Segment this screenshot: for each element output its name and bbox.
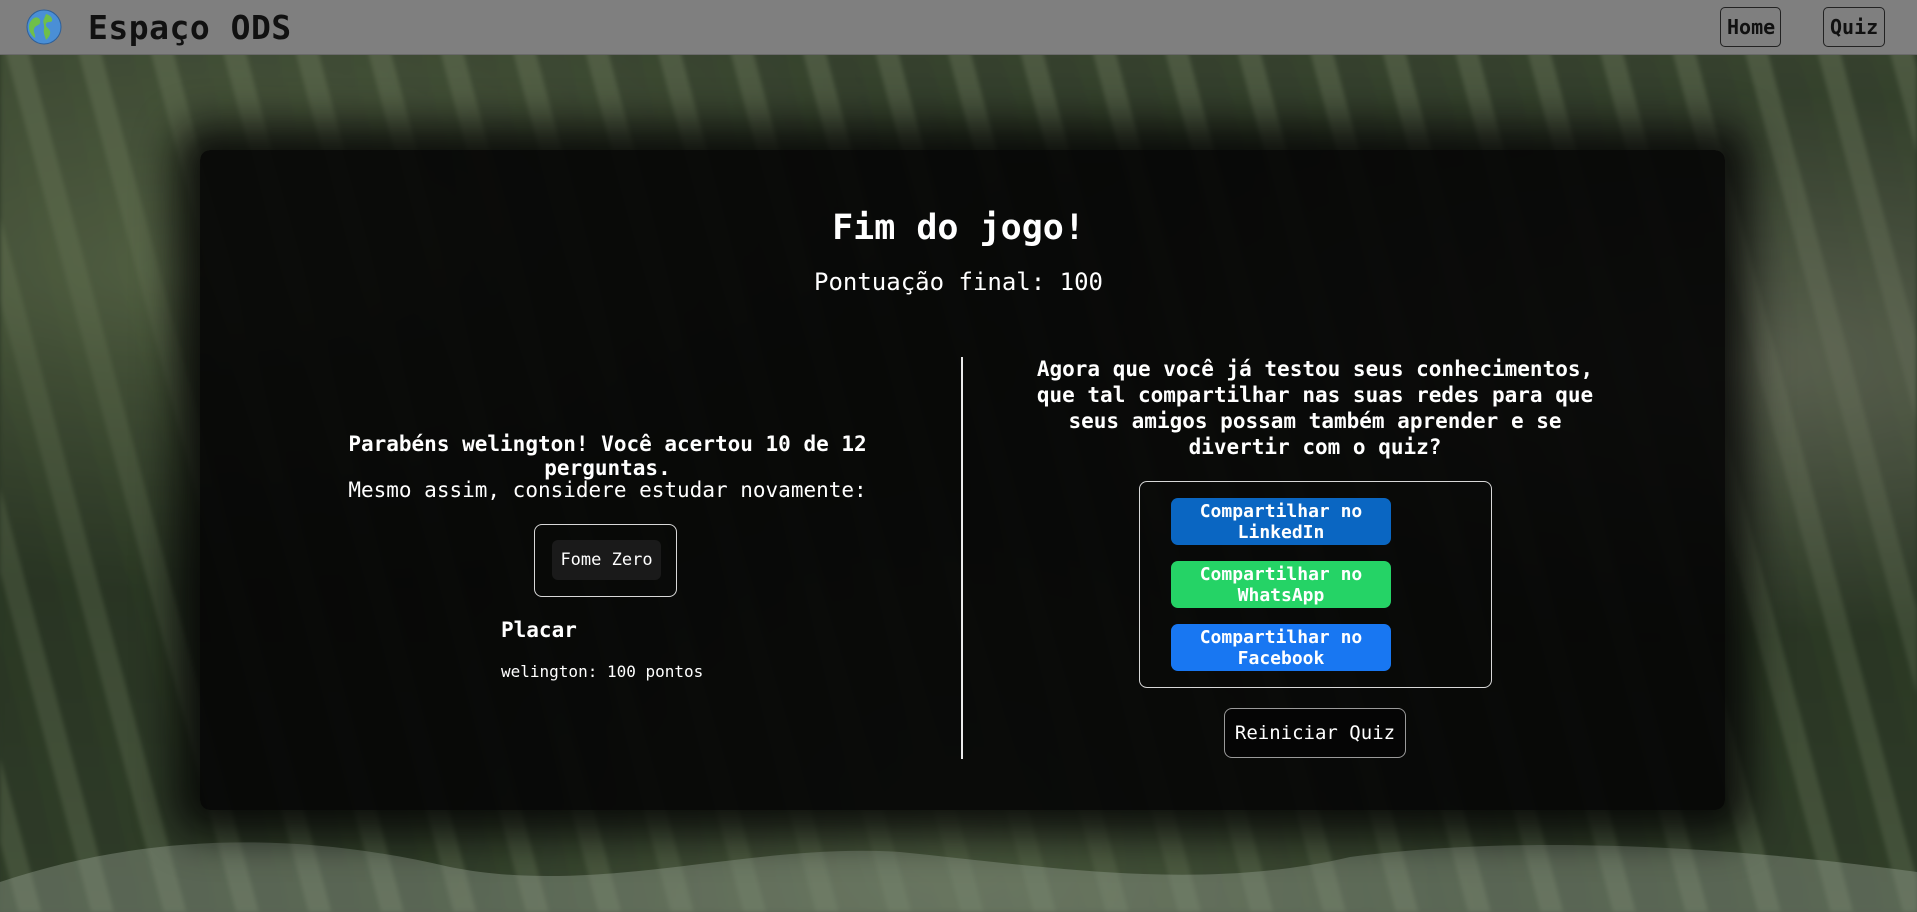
site-title: Espaço ODS <box>88 7 292 47</box>
scoreboard-row: welington: 100 pontos <box>501 662 704 681</box>
game-over-title: Fim do jogo! <box>832 208 1085 248</box>
congrats-message: Parabéns welington! Você acertou 10 de 1… <box>348 432 867 480</box>
share-linkedin-button[interactable]: Compartilhar no LinkedIn <box>1171 498 1391 545</box>
nav-quiz-button[interactable]: Quiz <box>1823 7 1885 47</box>
study-topics-box: Fome Zero <box>534 524 677 597</box>
share-whatsapp-button[interactable]: Compartilhar no WhatsApp <box>1171 561 1391 608</box>
share-prompt: Agora que você já testou seus conhecimen… <box>1036 357 1594 459</box>
bottom-wave <box>0 842 1917 912</box>
topic-fome-zero-button[interactable]: Fome Zero <box>552 540 661 580</box>
restart-quiz-button[interactable]: Reiniciar Quiz <box>1224 708 1406 758</box>
top-navbar: Espaço ODS Home Quiz <box>0 0 1917 55</box>
study-prompt: Mesmo assim, considere estudar novamente… <box>348 478 867 502</box>
scoreboard-title: Placar <box>501 618 577 642</box>
share-buttons-box: Compartilhar no LinkedIn Compartilhar no… <box>1139 481 1492 688</box>
vertical-divider <box>961 357 963 759</box>
final-score: Pontuação final: 100 <box>814 268 1103 296</box>
nav-home-button[interactable]: Home <box>1720 7 1781 47</box>
logo[interactable]: Espaço ODS <box>26 8 292 47</box>
share-facebook-button[interactable]: Compartilhar no Facebook <box>1171 624 1391 671</box>
globe-icon <box>26 9 62 45</box>
